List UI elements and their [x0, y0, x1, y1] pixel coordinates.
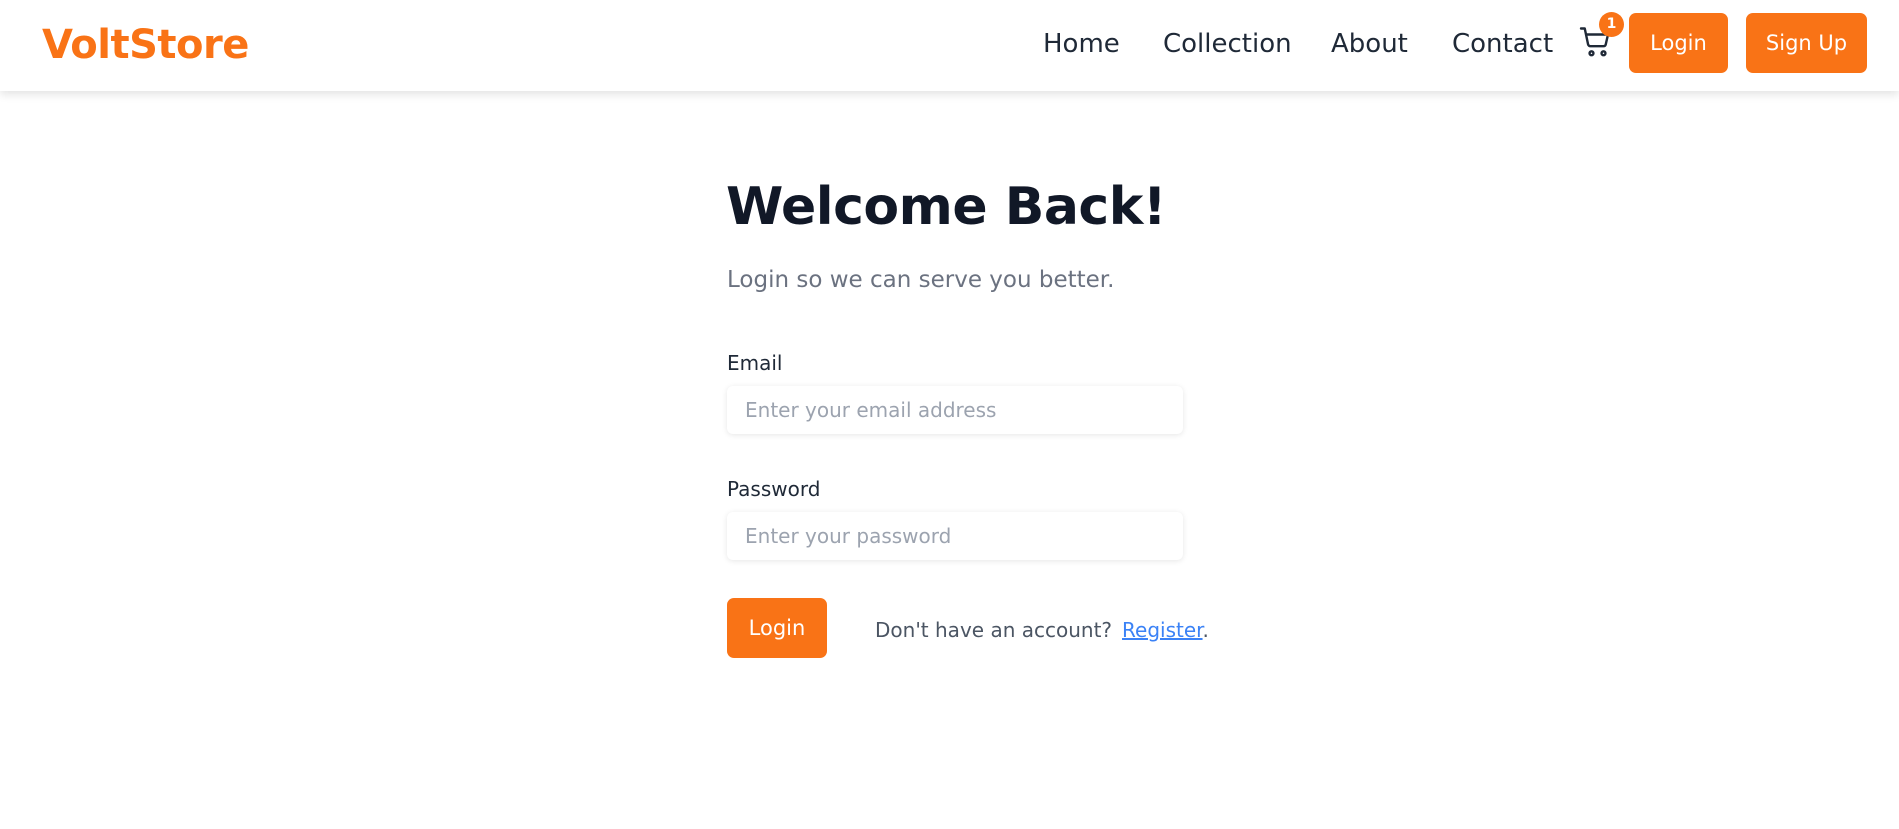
- cart-count-badge: 1: [1599, 12, 1624, 37]
- nav-link-contact[interactable]: Contact: [1452, 27, 1553, 61]
- no-account-text: Don't have an account?: [875, 618, 1113, 642]
- password-label: Password: [727, 477, 821, 501]
- email-label: Email: [727, 351, 783, 375]
- login-submit-button[interactable]: Login: [727, 598, 827, 658]
- nav-link-home[interactable]: Home: [1043, 27, 1120, 61]
- nav-link-collection[interactable]: Collection: [1163, 27, 1292, 61]
- register-suffix: .: [1202, 618, 1209, 642]
- header-login-button[interactable]: Login: [1629, 13, 1728, 73]
- store-logo[interactable]: VoltStore: [42, 19, 249, 71]
- page-title: Welcome Back!: [726, 177, 1167, 237]
- top-navbar: VoltStore Home Collection About Contact …: [0, 0, 1899, 91]
- password-input[interactable]: [727, 512, 1183, 560]
- register-link[interactable]: Register: [1122, 618, 1203, 642]
- email-input[interactable]: [727, 386, 1183, 434]
- page-subtitle: Login so we can serve you better.: [727, 267, 1115, 293]
- register-prompt: Don't have an account? Register.: [875, 616, 1209, 644]
- header-signup-button[interactable]: Sign Up: [1746, 13, 1867, 73]
- nav-link-about[interactable]: About: [1331, 27, 1408, 61]
